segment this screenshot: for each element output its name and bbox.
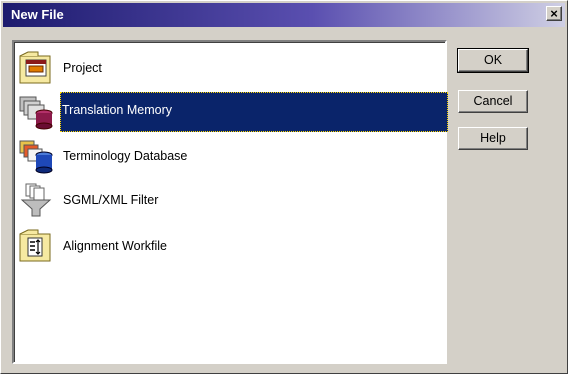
title-bar[interactable]: New File × bbox=[3, 3, 565, 27]
list-item-label: SGML/XML Filter bbox=[63, 193, 159, 207]
list-item-label: Terminology Database bbox=[63, 149, 188, 163]
list-item-label: Translation Memory bbox=[60, 92, 448, 132]
new-file-dialog: New File × Project Translation Memory Te… bbox=[0, 0, 568, 374]
terminology-database-icon bbox=[19, 140, 53, 174]
alignment-workfile-icon bbox=[19, 229, 51, 262]
dialog-title: New File bbox=[11, 7, 64, 22]
list-item-project[interactable]: Project bbox=[16, 48, 446, 88]
cancel-button[interactable]: Cancel bbox=[458, 90, 528, 113]
sgml-xml-filter-icon bbox=[20, 183, 52, 217]
list-item-sgml-xml-filter[interactable]: SGML/XML Filter bbox=[16, 180, 446, 220]
list-item-label: Project bbox=[63, 61, 102, 75]
list-item-label: Alignment Workfile bbox=[63, 239, 167, 253]
help-button[interactable]: Help bbox=[458, 127, 528, 150]
ok-button[interactable]: OK bbox=[457, 48, 529, 73]
list-item-terminology-database[interactable]: Terminology Database bbox=[16, 136, 446, 176]
translation-memory-icon bbox=[19, 96, 53, 130]
project-folder-icon bbox=[19, 51, 51, 84]
close-icon: × bbox=[550, 6, 558, 21]
list-item-alignment-workfile[interactable]: Alignment Workfile bbox=[16, 226, 446, 266]
list-item-translation-memory[interactable]: Translation Memory bbox=[16, 92, 448, 132]
file-type-list[interactable]: Project Translation Memory Terminology D… bbox=[12, 40, 448, 364]
close-button[interactable]: × bbox=[546, 6, 562, 21]
